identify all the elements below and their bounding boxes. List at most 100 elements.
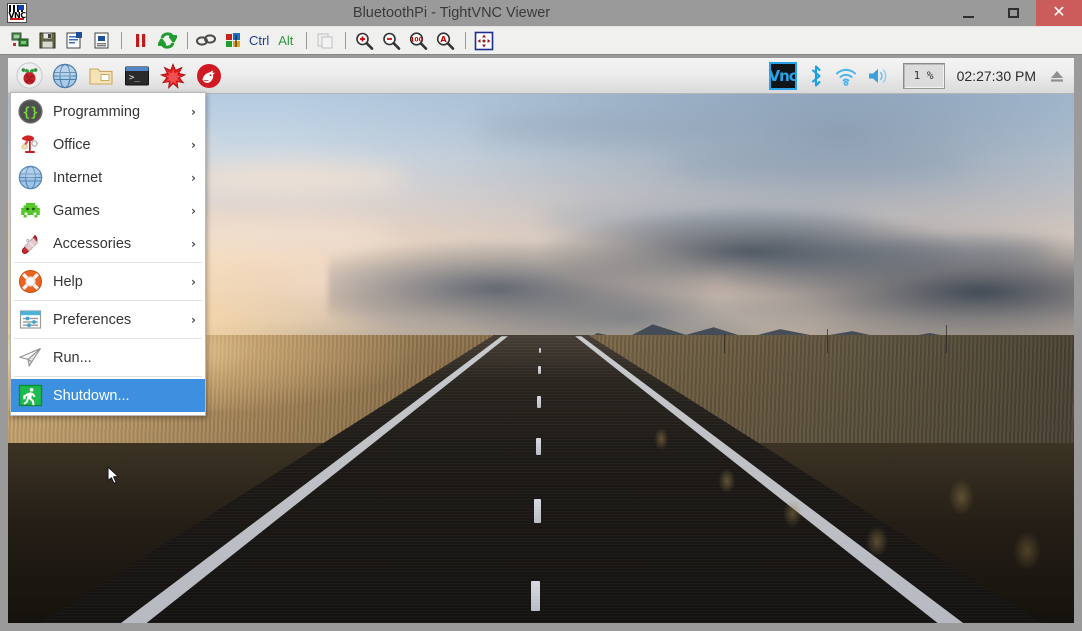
cpu-usage-value: 1 % [913,69,934,82]
chevron-right-icon: › [191,203,196,218]
games-invader-icon [18,198,43,223]
roadside-grass [604,369,1074,602]
toolbar-separator [465,32,467,49]
send-keys-icon[interactable] [222,30,244,52]
svg-text:>_: >_ [129,73,140,83]
tightvnc-viewer-window: VNC BluetoothPi - TightVNC Viewer ✕ Ctrl… [0,0,1082,631]
menu-item-label: Internet [53,169,103,186]
menu-button-raspberry-icon[interactable] [14,61,44,91]
clipboard-transfer-icon[interactable] [314,30,336,52]
cloud [668,146,969,181]
menu-item-label: Run... [53,349,92,366]
cloud [477,115,738,142]
office-lamp-icon [18,132,43,157]
web-browser-icon[interactable] [50,61,80,91]
run-paperplane-icon [18,345,43,370]
close-button[interactable]: ✕ [1036,0,1082,26]
vnc-remote-desktop-viewport[interactable]: >_ Vnc 1 % 02:27:30 PM {} Programming › … [8,58,1074,623]
lxde-taskbar: >_ Vnc 1 % 02:27:30 PM [8,58,1074,94]
chevron-right-icon: › [191,104,196,119]
taskbar-clock[interactable]: 02:27:30 PM [957,68,1036,84]
preferences-sliders-icon [18,307,43,332]
chevron-right-icon: › [191,170,196,185]
menu-item-label: Programming [53,103,141,120]
internet-globe-icon [18,165,43,190]
connection-info-icon[interactable] [90,30,112,52]
wolfram-icon[interactable] [194,61,224,91]
menu-item-help[interactable]: Help › [11,265,205,298]
new-connection-icon[interactable] [9,30,31,52]
send-ctrl-alt-del-icon[interactable] [195,30,217,52]
shutdown-exit-icon [18,383,43,408]
vnc-server-tray-icon[interactable]: Vnc [768,61,798,90]
utility-pole [946,325,948,354]
svg-text:A: A [441,34,448,43]
accessories-knife-icon [18,231,43,256]
minimize-button[interactable] [946,0,991,26]
volume-icon[interactable] [867,66,891,86]
menu-separator [14,376,202,377]
minimize-icon [963,15,974,18]
window-title-bar[interactable]: VNC BluetoothPi - TightVNC Viewer ✕ [0,0,1082,26]
save-session-icon[interactable] [36,30,58,52]
alt-key-label[interactable]: Alt [278,33,293,48]
mathematica-icon[interactable] [158,61,188,91]
menu-item-internet[interactable]: Internet › [11,161,205,194]
bluetooth-icon[interactable] [807,64,825,88]
refresh-icon[interactable] [156,30,178,52]
menu-separator [14,338,202,339]
menu-item-label: Help [53,273,83,290]
menu-item-games[interactable]: Games › [11,194,205,227]
cloud [178,162,409,193]
terminal-icon[interactable]: >_ [122,61,152,91]
svg-text:100: 100 [411,36,424,43]
maximize-button[interactable] [991,0,1036,26]
maximize-icon [1008,8,1019,18]
chevron-right-icon: › [191,137,196,152]
vnc-logo-icon: VNC [7,3,27,23]
zoom-out-icon[interactable] [380,30,402,52]
menu-item-label: Games [53,202,100,219]
utility-pole [826,329,828,354]
toolbar-separator [345,32,347,49]
cpu-usage-indicator[interactable]: 1 % [902,62,945,89]
ctrl-key-label[interactable]: Ctrl [249,33,269,48]
fullscreen-icon[interactable] [473,30,495,52]
utility-poles [648,321,1074,354]
menu-item-label: Preferences [53,311,132,328]
utility-pole [724,334,726,354]
zoom-auto-icon[interactable]: A [434,30,456,52]
chevron-right-icon: › [191,274,196,289]
vnc-toolbar: Ctrl Alt 100 A [0,26,1082,55]
toolbar-separator [306,32,308,49]
chevron-right-icon: › [191,312,196,327]
zoom-in-icon[interactable] [353,30,375,52]
programming-braces-icon: {} [18,99,43,124]
menu-item-accessories[interactable]: Accessories › [11,227,205,260]
menu-item-label: Accessories [53,235,132,252]
file-manager-icon[interactable] [86,61,116,91]
menu-separator [14,262,202,263]
menu-item-programming[interactable]: {} Programming › [11,95,205,128]
menu-item-label: Office [53,136,91,153]
menu-item-label: Shutdown... [53,387,130,404]
wifi-icon[interactable] [835,66,857,86]
menu-item-shutdown[interactable]: Shutdown... [11,379,205,412]
menu-item-preferences[interactable]: Preferences › [11,303,205,336]
pause-icon[interactable] [129,30,151,52]
menu-item-office[interactable]: Office › [11,128,205,161]
menu-separator [14,300,202,301]
eject-icon[interactable] [1048,67,1066,85]
toolbar-separator [187,32,188,49]
application-menu[interactable]: {} Programming › Office › Internet › Gam… [10,92,206,416]
menu-item-run[interactable]: Run... [11,341,205,374]
system-tray: Vnc 1 % 02:27:30 PM [759,58,1074,94]
chevron-right-icon: › [191,236,196,251]
vnc-tray-label: Vnc [768,66,798,85]
zoom-100-icon[interactable]: 100 [407,30,429,52]
help-lifering-icon [18,269,43,294]
svg-text:{}: {} [23,105,39,120]
window-title: BluetoothPi - TightVNC Viewer [352,5,551,21]
close-icon: ✕ [1052,4,1066,21]
connection-options-icon[interactable] [63,30,85,52]
